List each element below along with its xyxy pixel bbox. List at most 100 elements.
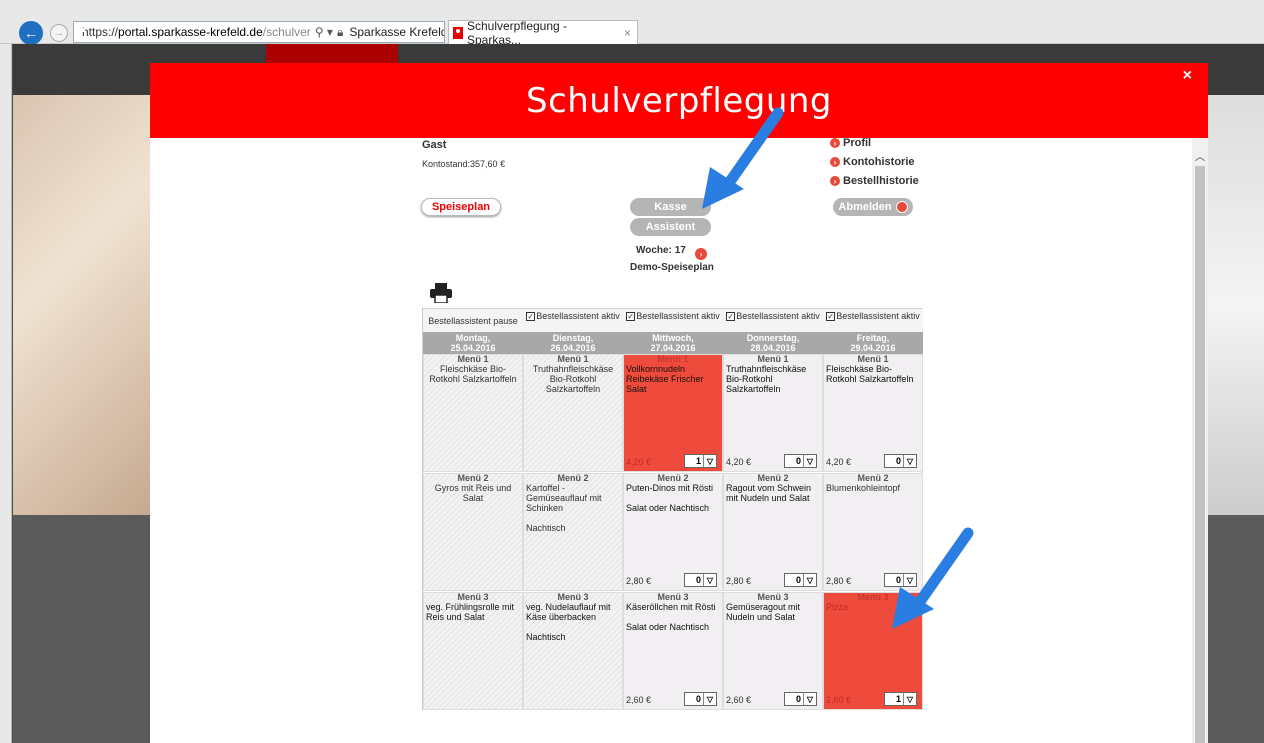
menu-header: Menü 1: [857, 354, 889, 364]
quantity-select[interactable]: 0 ▽: [784, 692, 817, 706]
day-date: 28.04.2016: [750, 343, 796, 353]
day-column: ✓ Bestellassistent aktiv Dienstag, 26.04.20…: [523, 309, 623, 711]
order-assistant-status[interactable]: ✓ Bestellassistent aktiv: [623, 309, 723, 332]
checkbox[interactable]: ✓: [626, 312, 636, 322]
scrollbar[interactable]: ︿: [1192, 138, 1208, 743]
chevron-down-icon[interactable]: ▽: [803, 455, 816, 467]
close-icon[interactable]: ×: [1183, 67, 1192, 85]
background-photo-right: [1208, 95, 1264, 515]
speiseplan-button[interactable]: Speiseplan: [421, 198, 501, 216]
quantity-value: 1: [695, 456, 701, 466]
chevron-down-icon[interactable]: ▽: [803, 574, 816, 586]
menu-price: 2,80 €: [826, 576, 852, 586]
menu-description: veg. Nudelauflauf mit Käse überbacken: [526, 602, 611, 622]
menu-cell: Menü 3 veg. Nudelauflauf mit Käse überbac…: [523, 592, 623, 710]
menu-price: 2,60 €: [726, 695, 752, 705]
quantity-select[interactable]: 0 ▽: [684, 573, 717, 587]
checkbox[interactable]: ✓: [726, 312, 736, 322]
assistent-button[interactable]: Assistent: [630, 218, 711, 236]
menu-cell[interactable]: Menü 3 Gemüseragout mit Nudeln und Salat 2…: [723, 592, 823, 710]
menu-price: 2,80 €: [626, 576, 652, 586]
menu-header: Menü 1: [557, 354, 589, 364]
browser-tab[interactable]: Schulverpflegung - Sparkas... ×: [448, 19, 638, 47]
menu-price: 4,20 €: [726, 457, 752, 467]
menu-header: Menü 1: [457, 354, 489, 364]
day-column: ✓ Bestellassistent aktiv Donnerstag, 28.04.…: [723, 309, 823, 711]
menu-cell[interactable]: Menü 2 Puten-Dinos mit Rösti Salat oder Na…: [623, 473, 723, 591]
chevron-down-icon[interactable]: ▽: [703, 455, 716, 467]
site-identity: Sparkasse Krefeld...: [349, 25, 444, 39]
day-column: ✓ Bestellassistent aktiv Freitag, 29.04.201…: [823, 309, 923, 711]
quantity-value: 0: [895, 456, 901, 466]
printer-icon[interactable]: [430, 283, 452, 308]
kasse-button[interactable]: Kasse: [630, 198, 711, 216]
quantity-select[interactable]: 0 ▽: [684, 692, 717, 706]
account-history-link[interactable]: › Kontohistorie: [830, 156, 915, 168]
chevron-down-icon[interactable]: ▽: [703, 693, 716, 705]
day-date: 29.04.2016: [850, 343, 896, 353]
chevron-down-icon[interactable]: ▽: [903, 455, 916, 467]
quantity-select[interactable]: 0 ▽: [784, 454, 817, 468]
checkbox[interactable]: ✓: [826, 312, 836, 322]
day-name: Montag,: [455, 333, 491, 343]
quantity-select[interactable]: 1 ▽: [884, 692, 917, 706]
menu-price: 4,20 €: [826, 457, 852, 467]
chevron-down-icon[interactable]: ▽: [903, 693, 916, 705]
menu-cell[interactable]: Menü 2 Ragout vom Schwein mit Nudeln und …: [723, 473, 823, 591]
quantity-value: 0: [795, 456, 801, 466]
menu-header: Menü 2: [657, 473, 689, 483]
order-assistant-status[interactable]: ✓ Bestellassistent aktiv: [523, 309, 623, 332]
menu-header: Menü 3: [757, 592, 789, 602]
menu-description: Fleischkäse Bio-Rotkohl Salzkartoffeln: [826, 364, 914, 384]
chevron-down-icon[interactable]: ▽: [803, 693, 816, 705]
day-header: Freitag, 29.04.2016: [823, 332, 923, 354]
checkbox[interactable]: ✓: [526, 312, 536, 322]
week-next-icon[interactable]: ›: [695, 248, 707, 260]
menu-note: Salat oder Nachtisch: [626, 503, 710, 513]
menu-price: 4,20 €: [626, 457, 652, 467]
menu-header: Menü 1: [657, 354, 689, 364]
menu-description: Fleischkäse Bio-Rotkohl Salzkartoffeln: [429, 364, 517, 384]
menu-cell[interactable]: Menü 1 Truthahnfleischkäse Bio-Rotkohl Sa…: [723, 354, 823, 472]
menu-cell[interactable]: Menü 1 Vollkornnudeln Reibekäse Frischer …: [623, 354, 723, 472]
address-bar[interactable]: https://portal.sparkasse-krefeld.de/schu…: [73, 21, 445, 43]
menu-header: Menü 3: [657, 592, 689, 602]
tab-close-icon[interactable]: ×: [624, 26, 631, 40]
day-date: 26.04.2016: [550, 343, 596, 353]
quantity-value: 0: [695, 694, 701, 704]
order-assistant-status[interactable]: ✓ Bestellassistent aktiv: [823, 309, 923, 332]
scrollbar-thumb[interactable]: [1195, 166, 1205, 743]
quantity-select[interactable]: 1 ▽: [684, 454, 717, 468]
day-header: Montag, 25.04.2016: [423, 332, 523, 354]
menu-cell: Menü 1 Truthahnfleischkäse Bio-Rotkohl Sa…: [523, 354, 623, 472]
day-name: Dienstag,: [552, 333, 594, 343]
sparkasse-logo-icon: [453, 26, 463, 39]
menu-description: Käseröllchen mit Rösti: [626, 602, 716, 612]
quantity-select[interactable]: 0 ▽: [884, 454, 917, 468]
menu-description: Truthahnfleischkäse Bio-Rotkohl Salzkart…: [726, 364, 807, 394]
chevron-up-icon[interactable]: ︿: [1192, 148, 1208, 163]
menu-cell[interactable]: Menü 1 Fleischkäse Bio-Rotkohl Salzkartof…: [823, 354, 923, 472]
forward-arrow-icon[interactable]: →: [50, 24, 68, 42]
search-icon[interactable]: ⚲ ▾: [315, 25, 333, 39]
menu-cell: Menü 2 Gyros mit Reis und Salat: [423, 473, 523, 591]
day-name: Mittwoch,: [652, 333, 694, 343]
quantity-value: 0: [795, 694, 801, 704]
chevron-down-icon[interactable]: ▽: [703, 574, 716, 586]
url-text: https://portal.sparkasse-krefeld.de/schu…: [82, 25, 311, 39]
menu-cell[interactable]: Menü 3 Käseröllchen mit Rösti Salat oder N…: [623, 592, 723, 710]
order-history-link[interactable]: › Bestellhistorie: [830, 175, 919, 187]
menu-price: 2,60 €: [626, 695, 652, 705]
arrow-circle-icon: ›: [830, 138, 840, 148]
menu-header: Menü 2: [857, 473, 889, 483]
logout-button[interactable]: Abmelden: [833, 198, 913, 216]
day-header: Dienstag, 26.04.2016: [523, 332, 623, 354]
menu-header: Menü 2: [557, 473, 589, 483]
quantity-select[interactable]: 0 ▽: [784, 573, 817, 587]
order-assistant-status: Bestellassistent pause: [423, 309, 523, 332]
menu-description: Puten-Dinos mit Rösti: [626, 483, 714, 493]
profile-link[interactable]: › Profil: [830, 137, 871, 149]
browser-frame: [0, 44, 12, 743]
back-arrow-icon[interactable]: ←: [19, 21, 43, 45]
order-assistant-status[interactable]: ✓ Bestellassistent aktiv: [723, 309, 823, 332]
